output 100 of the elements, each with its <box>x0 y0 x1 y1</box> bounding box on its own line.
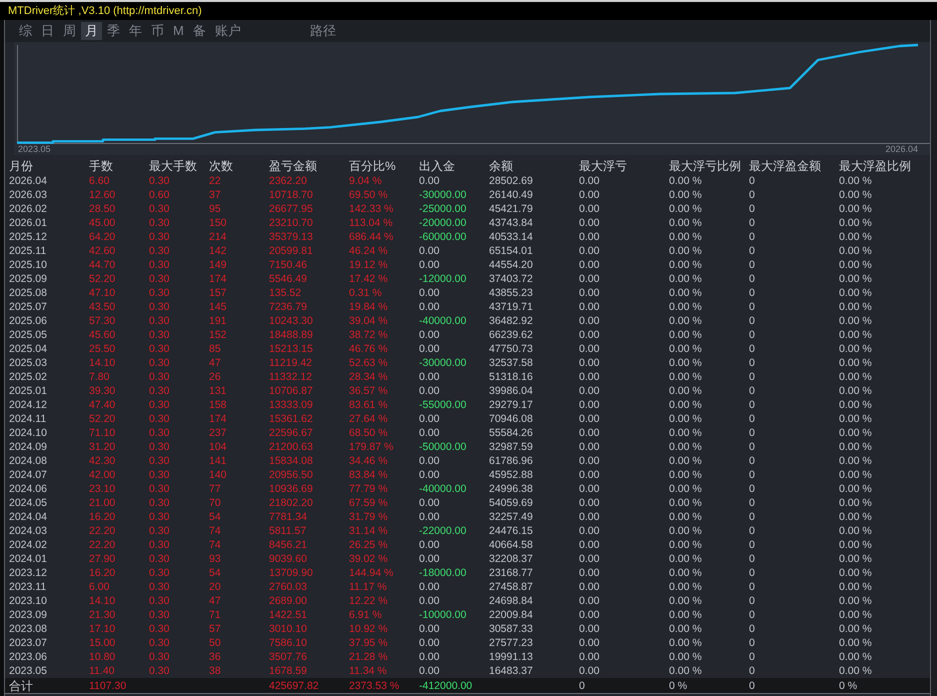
table-cell: 36482.92 <box>489 314 533 328</box>
table-cell: 0.00 % <box>839 454 872 468</box>
tab[interactable]: 季 <box>103 22 124 40</box>
table-cell: 10.92 % <box>349 622 388 636</box>
table-cell: 0.00 <box>579 622 600 636</box>
table-cell: 0.30 <box>149 552 170 566</box>
table-cell: 70 <box>209 496 221 510</box>
table-cell: 0 <box>749 230 755 244</box>
table-cell: 0.00 % <box>839 622 872 636</box>
table-cell: 19991.13 <box>489 650 533 664</box>
table-cell: 0.30 <box>149 328 170 342</box>
table-cell: 28502.69 <box>489 174 533 188</box>
table-cell: -40000.00 <box>419 482 466 496</box>
table-cell: 0.00 <box>579 608 600 622</box>
table-cell: 20 <box>209 580 221 594</box>
table-cell: 0 % <box>669 678 688 692</box>
table-cell: 0 <box>749 300 755 314</box>
tab[interactable]: 周 <box>59 22 80 40</box>
table-cell: 0.00 <box>579 272 600 286</box>
table-cell: 37403.72 <box>489 272 533 286</box>
table-cell: 158 <box>209 398 227 412</box>
table-cell: 0.00 % <box>839 258 872 272</box>
table-cell: 135.52 <box>269 286 302 300</box>
table-cell: 39.30 <box>89 384 116 398</box>
table-cell: 2024.06 <box>9 482 47 496</box>
table-cell: 0.00 <box>579 258 600 272</box>
table-cell: 0.00 % <box>669 314 702 328</box>
table-cell: 7586.10 <box>269 636 307 650</box>
table-cell: 2025.03 <box>9 356 47 370</box>
table-cell: 5546.49 <box>269 272 307 286</box>
table-cell: 0.00 % <box>669 594 702 608</box>
table-cell: 45952.88 <box>489 468 533 482</box>
table-cell: 0 <box>749 524 755 538</box>
tab[interactable]: 年 <box>125 22 146 40</box>
table-cell: 0.31 % <box>349 286 382 300</box>
table-cell: 425697.82 <box>269 678 319 692</box>
table-cell: -22000.00 <box>419 524 466 538</box>
table-cell: 27458.87 <box>489 580 533 594</box>
table-cell: 32208.37 <box>489 552 533 566</box>
table-cell: 0 <box>749 272 755 286</box>
axis-label: 2026.04 <box>885 144 918 154</box>
table-cell: 0.00 % <box>669 370 702 384</box>
table-cell: 24996.38 <box>489 482 533 496</box>
table-cell: 0.00 % <box>669 650 702 664</box>
column-header: 手数 <box>89 159 113 174</box>
table-cell: 0.00 % <box>669 174 702 188</box>
table-cell: 144.94 % <box>349 566 394 580</box>
table-cell: 0 % <box>839 678 858 692</box>
table-cell: 0.00 % <box>839 524 872 538</box>
table-cell: 0.00 % <box>669 230 702 244</box>
tab[interactable]: M <box>169 22 188 40</box>
table-cell: 0.00 % <box>839 580 872 594</box>
table-cell: 2025.02 <box>9 370 47 384</box>
table-cell: 0.00 % <box>839 566 872 580</box>
table-cell: 12.60 <box>89 188 116 202</box>
table-cell: 0.00 <box>579 342 600 356</box>
tab[interactable]: 账户 <box>210 22 245 40</box>
table-cell: 42.00 <box>89 468 116 482</box>
table-cell: -10000.00 <box>419 608 466 622</box>
table-cell: 45.60 <box>89 328 116 342</box>
table-cell: 0.00 % <box>839 650 872 664</box>
table-cell: 64.20 <box>89 230 116 244</box>
table-cell: 191 <box>209 314 227 328</box>
table-cell: 0 <box>749 454 755 468</box>
table-cell: 0.00 % <box>839 202 872 216</box>
tab[interactable]: 月 <box>81 22 102 40</box>
table-cell: 10.80 <box>89 650 116 664</box>
tab[interactable]: 币 <box>147 22 168 40</box>
table-cell: 0.00 <box>579 216 600 230</box>
table-cell: 47 <box>209 356 221 370</box>
table-cell: 0.00 % <box>839 286 872 300</box>
tab[interactable]: 日 <box>37 22 58 40</box>
table-cell: 0.30 <box>149 384 170 398</box>
tab[interactable]: 备 <box>188 22 210 40</box>
table-cell: 0.00 % <box>669 398 702 412</box>
table-cell: 47.10 <box>89 286 116 300</box>
table-cell: 74 <box>209 524 221 538</box>
table-cell: 38.72 % <box>349 328 388 342</box>
table-cell: 44554.20 <box>489 258 533 272</box>
table-cell: 0.00 % <box>839 370 872 384</box>
table-cell: 0 <box>749 356 755 370</box>
table-cell: 13709.90 <box>269 566 313 580</box>
table-cell: -30000.00 <box>419 188 466 202</box>
table-cell: 35379.13 <box>269 230 313 244</box>
table-cell: 0.30 <box>149 468 170 482</box>
path-button[interactable]: 路径 <box>308 22 338 40</box>
table-cell: 0.30 <box>149 622 170 636</box>
table-cell: 0.00 % <box>669 300 702 314</box>
table-cell: 36 <box>209 650 221 664</box>
table-cell: 0.00 <box>579 482 600 496</box>
table-cell: 22 <box>209 174 221 188</box>
table-cell: 0.00 % <box>839 608 872 622</box>
table-cell: 142.33 % <box>349 202 394 216</box>
table-cell: 0.00 % <box>839 300 872 314</box>
table-cell: 0 <box>749 650 755 664</box>
tab[interactable]: 综 <box>15 22 36 40</box>
table-cell: 15834.08 <box>269 454 313 468</box>
table-cell: 0.00 % <box>669 272 702 286</box>
table-cell: 19.12 % <box>349 258 388 272</box>
table-cell: 2025.05 <box>9 328 47 342</box>
